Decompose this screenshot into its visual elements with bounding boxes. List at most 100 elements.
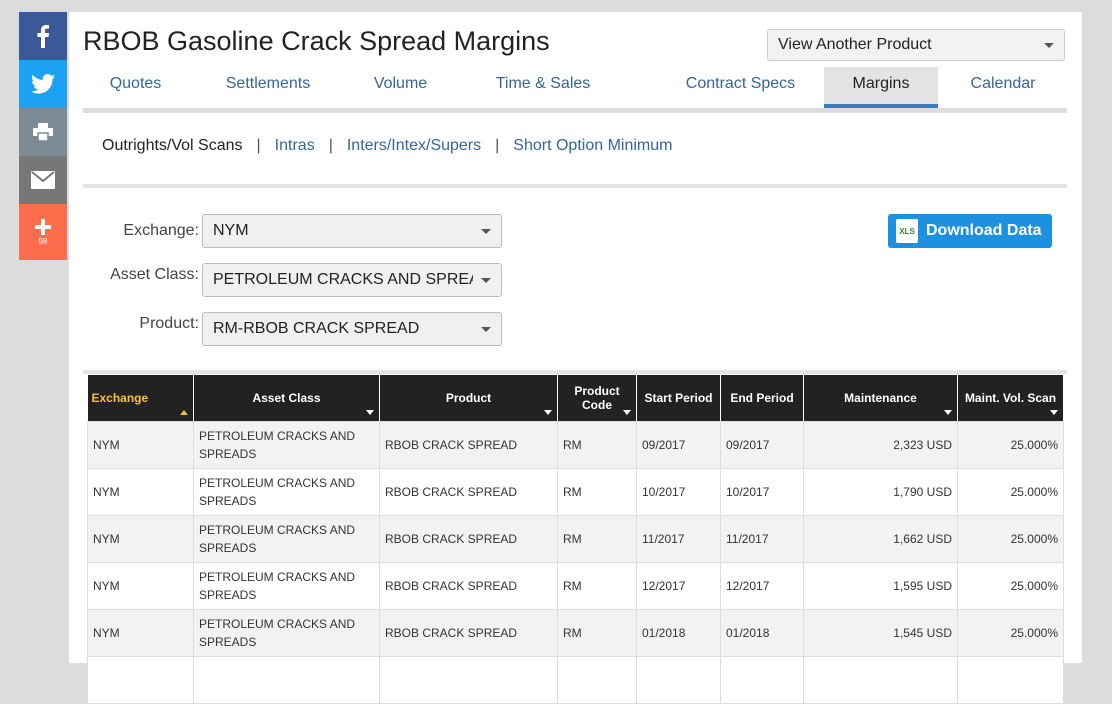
column-header-label: Product	[445, 390, 492, 405]
cell-maint-vol-scan: 25.000%	[957, 561, 1064, 610]
cell-end-period: 12/2017	[720, 561, 804, 610]
table-header-row: Exchange Asset Class Product Product Cod…	[87, 375, 1064, 421]
cell-maintenance: 1,595 USD	[803, 561, 958, 610]
tab-volume[interactable]: Volume	[348, 67, 453, 108]
column-header-label: Product Code	[574, 383, 620, 412]
column-header-label: Maintenance	[844, 390, 917, 405]
exchange-select[interactable]: NYM	[202, 214, 502, 248]
cell-end-period: 10/2017	[720, 467, 804, 516]
product-select-value: RM-RBOB CRACK SPREAD	[213, 320, 420, 337]
column-header-label: End Period	[730, 390, 794, 405]
exchange-select-value: NYM	[213, 222, 249, 239]
print-icon	[33, 123, 53, 141]
product-select[interactable]: RM-RBOB CRACK SPREAD	[202, 312, 502, 346]
tab-quotes[interactable]: Quotes	[83, 67, 188, 108]
product-tabs: Quotes Settlements Volume Time & Sales C…	[83, 67, 1067, 113]
exchange-label: Exchange:	[123, 222, 199, 239]
cell-exchange: NYM	[87, 561, 194, 610]
cell-end-period: 09/2017	[720, 420, 804, 469]
download-data-button[interactable]: XLS Download Data	[888, 214, 1052, 248]
sort-icon	[544, 409, 552, 415]
cell-product-code: RM	[557, 561, 637, 610]
cell-end-period: 11/2017	[720, 514, 804, 563]
cell-asset-class	[193, 655, 380, 704]
cell-end-period: 01/2018	[720, 608, 804, 657]
cell-product: RBOB CRACK SPREAD	[379, 561, 558, 610]
product-select-value: View Another Product	[778, 36, 932, 53]
filter-panel: Exchange: NYM Asset Class: PETROLEUM CRA…	[87, 190, 1063, 370]
email-icon	[31, 171, 55, 189]
cell-exchange: NYM	[87, 420, 194, 469]
table-row: NYM PETROLEUM CRACKS AND SPREADS RBOB CRAC…	[87, 420, 1064, 469]
social-share-bar: 98	[19, 12, 67, 260]
cell-maintenance: 1,545 USD	[803, 608, 958, 657]
cell-exchange	[87, 655, 194, 704]
column-header-product[interactable]: Product	[379, 375, 558, 421]
sort-icon	[1050, 409, 1058, 415]
cell-maint-vol-scan: 25.000%	[957, 467, 1064, 516]
cell-asset-class: PETROLEUM CRACKS AND SPREADS	[193, 420, 380, 469]
column-header-end-period[interactable]: End Period	[720, 375, 804, 421]
tab-contract-specs[interactable]: Contract Specs	[648, 67, 833, 108]
twitter-share-button[interactable]	[19, 60, 67, 108]
cell-maintenance: 1,662 USD	[803, 514, 958, 563]
cell-maint-vol-scan: 25.000%	[957, 514, 1064, 563]
cell-product-code	[557, 655, 637, 704]
chevron-down-icon	[481, 326, 491, 332]
cell-start-period: 11/2017	[636, 514, 721, 563]
table-body: NYM PETROLEUM CRACKS AND SPREADS RBOB CRAC…	[87, 420, 1064, 704]
cell-product-code: RM	[557, 608, 637, 657]
cell-maint-vol-scan	[957, 655, 1064, 704]
subnav-link-inters-intex-supers[interactable]: Inters/Intex/Supers	[347, 137, 481, 154]
plus-icon	[35, 218, 51, 235]
cell-start-period: 01/2018	[636, 608, 721, 657]
tab-settlements[interactable]: Settlements	[193, 67, 343, 108]
cell-asset-class: PETROLEUM CRACKS AND SPREADS	[193, 561, 380, 610]
sort-icon	[944, 409, 952, 415]
view-another-product-select[interactable]: View Another Product	[767, 29, 1065, 61]
cell-start-period: 09/2017	[636, 420, 721, 469]
cell-asset-class: PETROLEUM CRACKS AND SPREADS	[193, 467, 380, 516]
cell-product	[379, 655, 558, 704]
tab-time-sales[interactable]: Time & Sales	[458, 67, 628, 108]
cell-product: RBOB CRACK SPREAD	[379, 420, 558, 469]
email-share-button[interactable]	[19, 156, 67, 204]
column-header-start-period[interactable]: Start Period	[636, 375, 721, 421]
table-row	[87, 655, 1064, 704]
chevron-down-icon	[481, 277, 491, 283]
subnav-link-short-option-minimum[interactable]: Short Option Minimum	[513, 137, 672, 154]
cell-product-code: RM	[557, 467, 637, 516]
cell-maintenance: 2,323 USD	[803, 420, 958, 469]
cell-product-code: RM	[557, 514, 637, 563]
facebook-share-button[interactable]	[19, 12, 67, 60]
facebook-icon	[37, 25, 49, 48]
cell-asset-class: PETROLEUM CRACKS AND SPREADS	[193, 514, 380, 563]
column-header-label: Asset Class	[252, 390, 321, 405]
cell-maint-vol-scan: 25.000%	[957, 608, 1064, 657]
asset-class-select[interactable]: PETROLEUM CRACKS AND SPREADS	[202, 263, 502, 297]
column-header-maint-vol-scan[interactable]: Maint. Vol. Scan	[957, 375, 1064, 421]
tab-margins[interactable]: Margins	[824, 67, 938, 108]
asset-class-select-value: PETROLEUM CRACKS AND SPREADS	[213, 271, 473, 288]
table-row: NYM PETROLEUM CRACKS AND SPREADS RBOB CRAC…	[87, 514, 1064, 563]
column-header-maintenance[interactable]: Maintenance	[803, 375, 958, 421]
cell-start-period: 10/2017	[636, 467, 721, 516]
subnav-separator: |	[495, 137, 500, 154]
chevron-down-icon	[481, 228, 491, 234]
cell-exchange: NYM	[87, 467, 194, 516]
table-row: NYM PETROLEUM CRACKS AND SPREADS RBOB CRAC…	[87, 467, 1064, 516]
column-header-product-code[interactable]: Product Code	[557, 375, 637, 421]
subnav-link-intras[interactable]: Intras	[275, 137, 315, 154]
chevron-down-icon	[1044, 42, 1054, 48]
more-share-button[interactable]: 98	[19, 204, 67, 260]
cell-product-code: RM	[557, 420, 637, 469]
print-button[interactable]	[19, 108, 67, 156]
column-header-exchange[interactable]: Exchange	[87, 375, 194, 421]
margins-table: Exchange Asset Class Product Product Cod…	[87, 375, 1064, 704]
twitter-icon	[31, 74, 55, 94]
column-header-label: Start Period	[644, 390, 713, 405]
cell-product: RBOB CRACK SPREAD	[379, 608, 558, 657]
column-header-asset-class[interactable]: Asset Class	[193, 375, 380, 421]
sort-icon	[366, 409, 374, 415]
tab-calendar[interactable]: Calendar	[943, 67, 1063, 108]
